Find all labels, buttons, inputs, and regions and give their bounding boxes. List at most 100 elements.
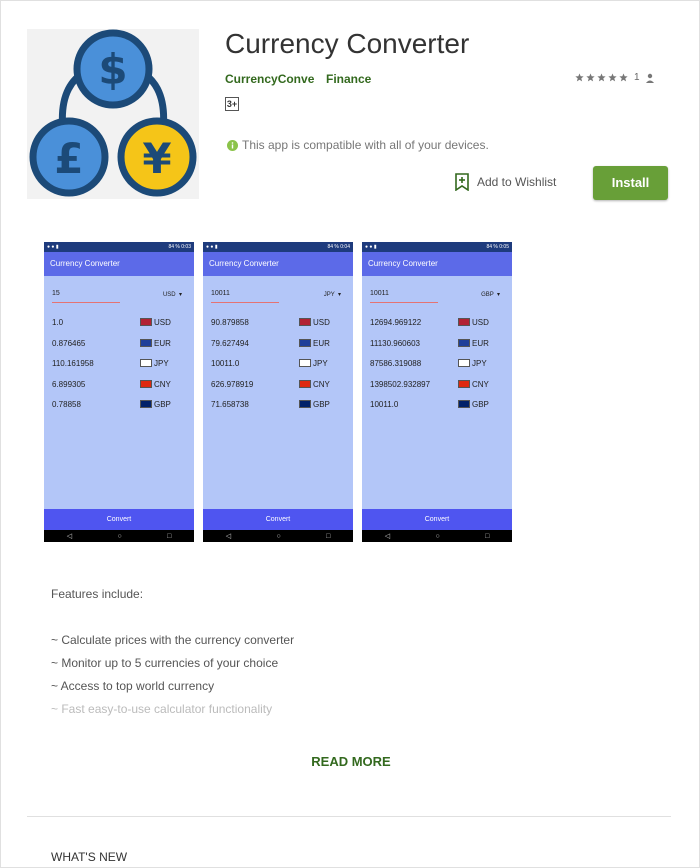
currency-code: GBP (154, 400, 171, 409)
currency-code: USD (154, 318, 171, 327)
currency-select: USD ▾ (162, 292, 182, 298)
currency-code: JPY (313, 359, 328, 368)
currency-code: GBP (313, 400, 330, 409)
content-rating-badge: 3+ (225, 97, 239, 111)
flag-icon (140, 318, 152, 326)
wishlist-label: Add to Wishlist (477, 175, 557, 189)
bookmark-add-icon (455, 173, 469, 191)
star-icon (575, 73, 584, 82)
rating-count: 1 (634, 72, 640, 83)
rating-stars (575, 73, 628, 82)
currency-code: EUR (472, 338, 489, 348)
phone-content: 10011 GBP ▾ 12694.969122 USD 11130.96060… (362, 276, 512, 509)
currency-value: 11130.960603 (370, 338, 420, 348)
currency-code: EUR (154, 338, 171, 348)
svg-text:$: $ (98, 45, 127, 94)
currency-select-value: USD (162, 292, 176, 298)
amount-input: 15 (52, 290, 120, 303)
flag-icon (458, 379, 470, 388)
flag-icon (458, 359, 470, 367)
feature-item: ~ Fast easy-to-use calculator functional… (51, 702, 273, 716)
phone-nav-bar: ◁ ○ □ (362, 530, 512, 542)
convert-button: Convert (362, 509, 512, 530)
currency-value: 6.899305 (52, 379, 86, 389)
compatibility-text: This app is compatible with all of your … (242, 138, 489, 152)
svg-text:¥: ¥ (142, 134, 171, 183)
feature-item: ~ Access to top world currency (51, 679, 215, 693)
description: Features include: ~ Calculate prices wit… (51, 583, 294, 721)
flag-icon (299, 359, 311, 367)
currency-value: 79.627494 (211, 338, 249, 348)
currency-value: 12694.969122 (370, 318, 422, 327)
currency-select-value: GBP (481, 292, 494, 298)
currency-code: CNY (313, 379, 330, 389)
add-to-wishlist-button[interactable]: Add to Wishlist (455, 173, 556, 191)
phone-app-bar: Currency Converter (362, 252, 512, 276)
divider (27, 816, 671, 817)
currency-code: GBP (472, 400, 489, 409)
status-text: 84 % 0:05 (486, 244, 509, 250)
currency-code: USD (472, 318, 489, 327)
home-icon: ○ (117, 532, 122, 540)
flag-icon (299, 400, 311, 408)
currency-value: 110.161958 (52, 359, 94, 368)
star-icon (597, 73, 606, 82)
currency-value: 0.876465 (52, 338, 86, 348)
currency-value: 10011.0 (370, 400, 399, 409)
flag-icon (140, 379, 152, 388)
flag-icon (299, 379, 311, 388)
app-screenshot[interactable]: ● ● ▮ 84 % 0:04 Currency Converter 10011 … (203, 242, 353, 542)
whats-new-heading: WHAT'S NEW (51, 850, 128, 864)
flag-icon (299, 318, 311, 326)
home-icon: ○ (276, 532, 281, 540)
recents-icon: □ (326, 532, 331, 540)
app-details-card: $ £ ¥ Currency Converter CurrencyConve F… (0, 0, 700, 868)
currency-value: 71.658738 (211, 400, 249, 409)
phone-status-bar: ● ● ▮ 84 % 0:03 (44, 242, 194, 252)
developer-link[interactable]: CurrencyConve (225, 72, 314, 86)
currency-value: 90.879858 (211, 318, 249, 327)
category-link[interactable]: Finance (326, 72, 371, 86)
back-icon: ◁ (384, 533, 391, 540)
phone-status-bar: ● ● ▮ 84 % 0:04 (203, 242, 353, 252)
phone-app-bar: Currency Converter (203, 252, 353, 276)
info-icon (227, 139, 238, 151)
status-icons: ● ● ▮ (365, 244, 377, 250)
read-more-button[interactable]: READ MORE (1, 754, 700, 769)
flag-icon (140, 338, 152, 347)
currency-value: 626.978919 (211, 379, 254, 389)
feature-item: ~ Calculate prices with the currency con… (51, 633, 295, 647)
phone-status-bar: ● ● ▮ 84 % 0:05 (362, 242, 512, 252)
star-icon (619, 73, 628, 82)
status-icons: ● ● ▮ (47, 244, 59, 250)
svg-text:£: £ (54, 134, 83, 183)
amount-input: 10011 (370, 290, 438, 303)
currency-code: USD (313, 318, 330, 327)
app-logo-icon: $ £ ¥ (27, 29, 199, 199)
flag-icon (458, 318, 470, 326)
status-text: 84 % 0:04 (327, 244, 350, 250)
phone-app-bar: Currency Converter (44, 252, 194, 276)
currency-select-value: JPY (323, 292, 335, 298)
currency-value: 87586.319088 (370, 359, 422, 368)
install-button[interactable]: Install (593, 166, 668, 200)
status-icons: ● ● ▮ (206, 244, 218, 250)
back-icon: ◁ (66, 533, 73, 540)
currency-value: 10011.0 (211, 359, 240, 368)
flag-icon (458, 338, 470, 347)
app-screenshot[interactable]: ● ● ▮ 84 % 0:03 Currency Converter 15 USD… (44, 242, 194, 542)
amount-input: 10011 (211, 290, 279, 303)
star-icon (586, 73, 595, 82)
recents-icon: □ (167, 532, 172, 540)
flag-icon (140, 400, 152, 408)
currency-code: JPY (154, 359, 169, 368)
app-screenshot[interactable]: ● ● ▮ 84 % 0:05 Currency Converter 10011 … (362, 242, 512, 542)
currency-value: 1.0 (52, 318, 64, 327)
currency-select: JPY ▾ (323, 292, 341, 298)
feature-item: ~ Monitor up to 5 currencies of your cho… (51, 656, 279, 670)
person-icon (645, 73, 654, 83)
recents-icon: □ (485, 532, 490, 540)
currency-code: EUR (313, 338, 330, 348)
phone-nav-bar: ◁ ○ □ (203, 530, 353, 542)
flag-icon (140, 359, 152, 367)
